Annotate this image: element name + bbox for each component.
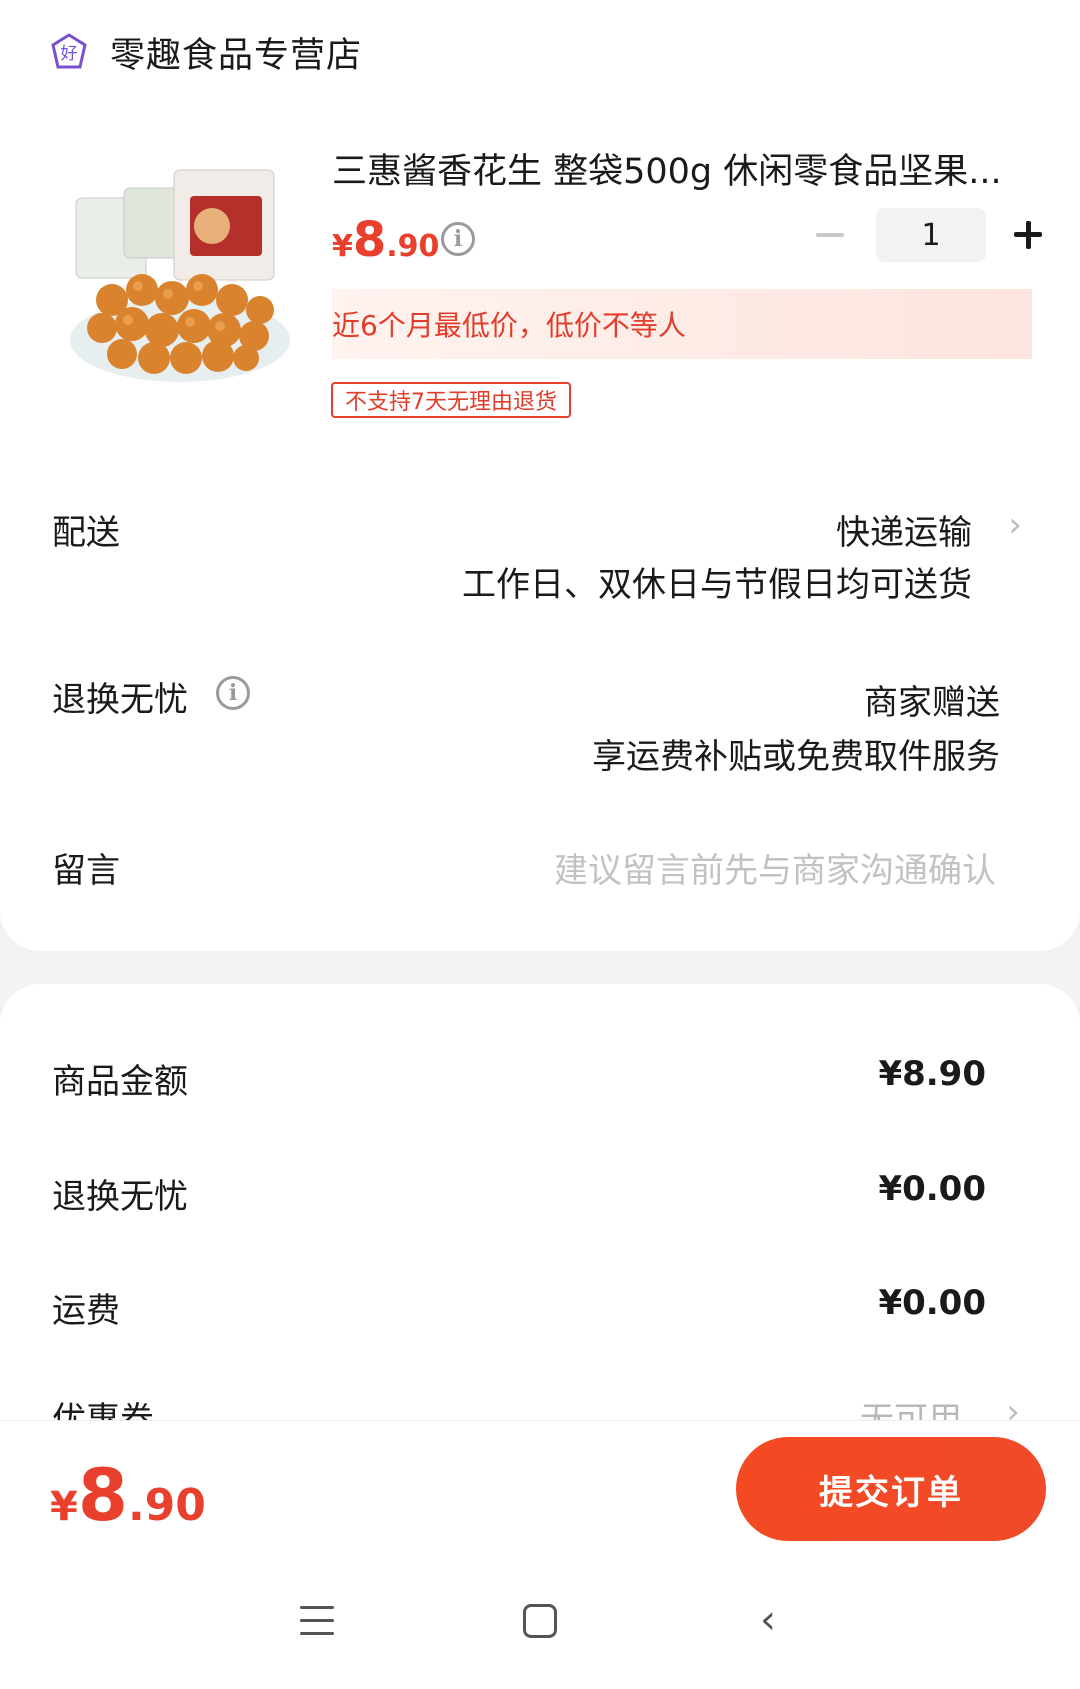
message-label: 留言 [52, 851, 120, 891]
total-price: ¥ 8 .90 [50, 1453, 206, 1537]
menu-icon[interactable] [300, 1606, 334, 1636]
total-currency: ¥ [50, 1484, 78, 1530]
delivery-method[interactable]: 快递运输 [836, 505, 972, 554]
goods-amount-value: ¥8.90 [878, 1054, 986, 1094]
minus-icon [816, 233, 844, 237]
unit-price: ¥ 8 .90 [332, 212, 439, 268]
store-badge-icon: 好 [51, 33, 87, 69]
delivery-label: 配送 [52, 513, 120, 553]
return-service-label: 退换无忧 [52, 680, 188, 720]
shipping-fee-value: ¥0.00 [878, 1283, 986, 1323]
svg-text:好: 好 [61, 44, 78, 64]
return-service-detail: 享运费补贴或免费取件服务 [592, 737, 1000, 777]
return-fee-label: 退换无忧 [52, 1177, 188, 1217]
submit-order-button[interactable]: 提交订单 [736, 1437, 1046, 1541]
price-info-icon[interactable]: i [441, 222, 475, 256]
quantity-stepper: 1 [810, 208, 1048, 262]
store-name[interactable]: 零趣食品专营店 [110, 27, 362, 78]
checkout-bar: ¥ 8 .90 提交订单 [0, 1420, 1080, 1558]
decrease-button[interactable] [810, 208, 850, 262]
lowest-price-banner: 近6个月最低价，低价不等人 [332, 289, 1032, 359]
price-decimal: .90 [386, 229, 440, 264]
order-card: 好 零趣食品专营店 三惠酱香花生 整袋500g 休闲零食品坚果... ¥ 8 .… [0, 0, 1080, 951]
goods-amount-label: 商品金额 [52, 1062, 188, 1102]
price-currency: ¥ [332, 229, 353, 264]
fee-summary-card: 商品金额 ¥8.90 退换无忧 ¥0.00 运费 ¥0.00 优惠券 无可用 › [0, 984, 1080, 1464]
system-nav-bar: ‹ [0, 1558, 1080, 1689]
back-icon[interactable]: ‹ [760, 1600, 784, 1640]
product-title[interactable]: 三惠酱香花生 整袋500g 休闲零食品坚果... [332, 148, 1022, 196]
no-return-tag: 不支持7天无理由退货 [331, 382, 571, 418]
quantity-input[interactable]: 1 [876, 208, 986, 262]
chevron-right-icon[interactable]: › [1005, 505, 1025, 545]
lowest-price-text: 近6个月最低价，低价不等人 [332, 309, 686, 342]
return-info-icon[interactable]: i [216, 676, 250, 710]
return-service-value: 商家赠送 [864, 683, 1000, 723]
store-header[interactable]: 好 零趣食品专营店 [50, 28, 362, 76]
delivery-detail: 工作日、双休日与节假日均可送货 [462, 565, 972, 605]
home-icon[interactable] [523, 1604, 557, 1638]
increase-button plus-icon[interactable] [1008, 208, 1048, 262]
total-decimal: .90 [127, 1480, 206, 1531]
product-image[interactable] [62, 150, 300, 400]
return-fee-value: ¥0.00 [878, 1169, 986, 1209]
shipping-fee-label: 运费 [52, 1291, 120, 1331]
price-integer: 8 [352, 212, 387, 268]
message-input[interactable]: 建议留言前先与商家沟通确认 [554, 843, 996, 892]
total-integer: 8 [77, 1453, 128, 1537]
